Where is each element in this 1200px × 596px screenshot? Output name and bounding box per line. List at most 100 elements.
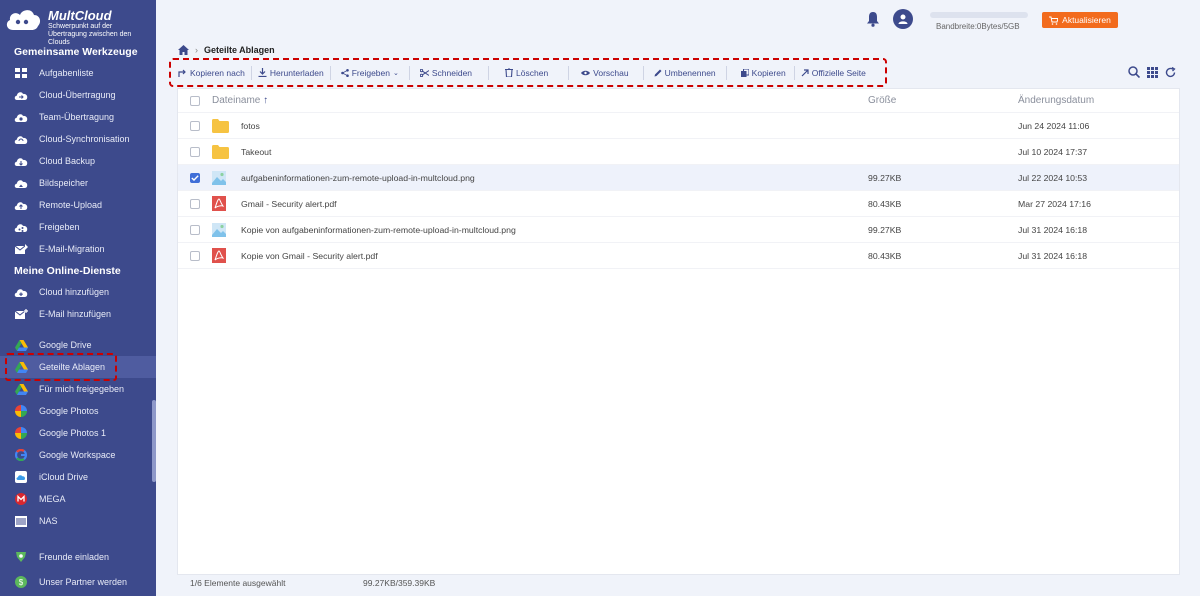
sidebar-item-aufgabenliste[interactable]: Aufgabenliste — [0, 62, 156, 84]
sidebar-item-cloud-backup[interactable]: Cloud Backup — [0, 150, 156, 172]
folder-icon — [212, 118, 229, 133]
search-icon[interactable] — [1128, 66, 1140, 78]
file-date: Jul 31 2024 16:18 — [1018, 224, 1088, 235]
delete-button[interactable]: Löschen — [489, 65, 570, 80]
copy-to-button[interactable]: Kopieren nach — [172, 65, 252, 80]
table-row[interactable]: Takeout Jul 10 2024 17:37 — [178, 139, 1179, 165]
table-row[interactable]: Kopie von Gmail - Security alert.pdf 80.… — [178, 243, 1179, 269]
sidebar-item-partner[interactable]: $ Unser Partner werden — [0, 571, 156, 593]
row-checkbox[interactable] — [190, 120, 200, 131]
col-header-date[interactable]: Änderungsdatum — [1018, 95, 1094, 106]
cloud-transfer-icon — [14, 88, 28, 102]
sidebar-item-google-drive[interactable]: Google Drive — [0, 334, 156, 356]
table-row[interactable]: fotos Jun 24 2024 11:06 — [178, 113, 1179, 139]
google-photos-icon — [14, 426, 28, 440]
sidebar-item-label: Cloud-Synchronisation — [39, 134, 130, 144]
home-icon[interactable] — [178, 45, 189, 55]
sidebar-item-label: Cloud-Übertragung — [39, 90, 116, 100]
file-name: Kopie von aufgabeninformationen-zum-remo… — [241, 224, 516, 235]
cut-button[interactable]: Schneiden — [410, 65, 490, 80]
row-checkbox[interactable] — [190, 172, 200, 183]
sidebar-item-google-photos[interactable]: Google Photos — [0, 400, 156, 422]
select-all-checkbox[interactable] — [190, 95, 200, 106]
col-header-size[interactable]: Größe — [868, 95, 896, 106]
sidebar-item-label: Geteilte Ablagen — [39, 362, 106, 372]
file-date: Jul 10 2024 17:37 — [1018, 146, 1088, 157]
sidebar-item-label: Google Drive — [39, 340, 92, 350]
pdf-file-icon — [212, 196, 226, 211]
sidebar-item-shared-with-me[interactable]: Für mich freigegeben — [0, 378, 156, 400]
download-button[interactable]: Herunterladen — [252, 65, 331, 80]
sidebar-item-google-photos-1[interactable]: Google Photos 1 — [0, 422, 156, 444]
copy-to-icon — [178, 69, 186, 77]
sidebar-item-label: Für mich freigegeben — [39, 384, 125, 394]
official-site-button[interactable]: Offizielle Seite — [795, 66, 872, 80]
add-cloud-icon — [14, 285, 28, 299]
google-photos-icon — [14, 404, 28, 418]
col-name-label: Dateiname — [212, 95, 261, 106]
bandwidth-bar — [930, 12, 1028, 18]
image-file-icon — [212, 222, 226, 237]
bell-icon[interactable] — [866, 11, 880, 27]
delete-label: Löschen — [516, 67, 549, 78]
file-name: Kopie von Gmail - Security alert.pdf — [241, 250, 378, 261]
external-icon — [801, 68, 809, 76]
pdf-file-icon — [212, 248, 226, 263]
user-icon — [898, 14, 908, 24]
sidebar-item-team-transfer[interactable]: Team-Übertragung — [0, 106, 156, 128]
refresh-icon[interactable] — [1165, 66, 1176, 78]
sidebar-scrollbar[interactable] — [152, 400, 156, 482]
sidebar-item-bildspeicher[interactable]: Bildspeicher — [0, 172, 156, 194]
table-row[interactable]: Kopie von aufgabeninformationen-zum-remo… — [178, 217, 1179, 243]
share-button[interactable]: Freigeben ⌄ — [331, 65, 410, 80]
svg-text:$: $ — [19, 578, 24, 587]
sidebar-item-invite-friends[interactable]: Freunde einladen — [0, 546, 156, 568]
col-header-name[interactable]: Dateiname ↑ — [212, 95, 268, 106]
sidebar-item-shared-drives[interactable]: Geteilte Ablagen — [0, 356, 156, 378]
file-list-panel: Dateiname ↑ Größe Änderungsdatum fotos J… — [177, 88, 1180, 575]
sidebar-item-add-email[interactable]: E-Mail hinzufügen — [0, 303, 156, 325]
user-avatar[interactable] — [893, 9, 913, 29]
sidebar-item-email-migration[interactable]: E-Mail-Migration — [0, 238, 156, 260]
selection-size: 99.27KB/359.39KB — [363, 578, 436, 588]
selection-status: 1/6 Elemente ausgewählt — [190, 578, 286, 588]
breadcrumb: › Geteilte Ablagen — [178, 45, 275, 55]
upgrade-button[interactable]: Aktualisieren — [1042, 12, 1118, 28]
shared-drive-icon — [14, 360, 28, 374]
row-checkbox[interactable] — [190, 224, 200, 235]
image-file-icon — [212, 170, 226, 185]
table-header: Dateiname ↑ Größe Änderungsdatum — [178, 89, 1179, 113]
sidebar-item-freigeben[interactable]: Freigeben — [0, 216, 156, 238]
sidebar-item-icloud[interactable]: iCloud Drive — [0, 466, 156, 488]
file-name: fotos — [241, 120, 260, 131]
cloud-backup-icon — [14, 154, 28, 168]
sidebar-item-google-workspace[interactable]: Google Workspace — [0, 444, 156, 466]
app-name: MultCloud — [48, 8, 112, 23]
row-checkbox[interactable] — [190, 198, 200, 209]
nas-icon — [14, 514, 28, 528]
row-checkbox[interactable] — [190, 250, 200, 261]
sidebar-item-mega[interactable]: MEGA — [0, 488, 156, 510]
trash-icon — [505, 68, 514, 77]
table-row[interactable]: aufgabeninformationen-zum-remote-upload-… — [178, 165, 1179, 191]
share-icon — [14, 220, 28, 234]
preview-button[interactable]: Vorschau — [569, 65, 644, 80]
list-icon — [14, 66, 28, 80]
sidebar-item-add-cloud[interactable]: Cloud hinzufügen — [0, 281, 156, 303]
grid-view-icon[interactable] — [1147, 66, 1158, 78]
sidebar-item-remote-upload[interactable]: Remote-Upload — [0, 194, 156, 216]
table-row[interactable]: Gmail - Security alert.pdf 80.43KB Mar 2… — [178, 191, 1179, 217]
sidebar-item-label: Unser Partner werden — [39, 577, 128, 587]
sidebar-item-nas[interactable]: NAS — [0, 510, 156, 532]
copy-button[interactable]: Kopieren — [727, 65, 795, 80]
folder-icon — [212, 144, 229, 159]
rename-button[interactable]: Umbenennen — [644, 65, 727, 80]
sidebar-item-cloud-transfer[interactable]: Cloud-Übertragung — [0, 84, 156, 106]
share-icon — [340, 68, 349, 77]
sidebar-item-cloud-sync[interactable]: Cloud-Synchronisation — [0, 128, 156, 150]
download-icon — [258, 68, 267, 77]
logo[interactable]: MultCloud Schwerpunkt auf der Übertragun… — [4, 4, 154, 46]
copy-to-label: Kopieren nach — [190, 67, 245, 78]
row-checkbox[interactable] — [190, 146, 200, 157]
breadcrumb-current[interactable]: Geteilte Ablagen — [204, 45, 275, 55]
